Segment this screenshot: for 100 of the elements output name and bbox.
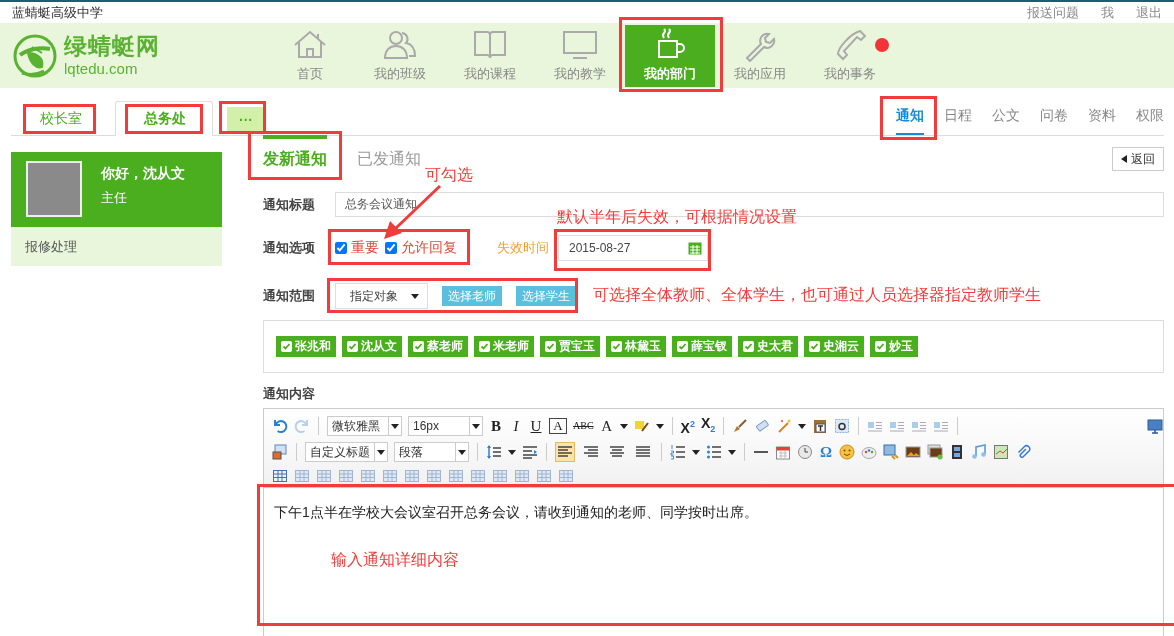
special-character-button[interactable]: Ω — [819, 443, 833, 461]
top-link[interactable]: 报送问题 — [1027, 3, 1079, 22]
caret-icon[interactable] — [798, 423, 807, 429]
people-icon — [382, 28, 418, 62]
checkbox-label: 重要 — [351, 239, 379, 257]
notice-tab[interactable]: 已发通知 — [357, 135, 421, 170]
select-button[interactable]: 选择老师 — [442, 286, 502, 306]
recipient-tag[interactable]: 妙玉 — [870, 336, 918, 357]
module-tab[interactable]: 权限 — [1136, 107, 1164, 135]
caret-icon — [411, 293, 419, 299]
highlighter-icon[interactable] — [633, 418, 650, 434]
calendar-icon[interactable] — [775, 444, 791, 460]
italic-button[interactable]: I — [509, 417, 523, 435]
annotation-frame — [880, 96, 937, 140]
underline-button[interactable]: U — [529, 417, 543, 435]
font-color-button[interactable]: A — [599, 417, 614, 435]
heading-select[interactable]: 自定义标题 — [305, 442, 388, 462]
border-button[interactable]: A — [549, 418, 567, 434]
top-link[interactable]: 退出 — [1136, 3, 1162, 22]
monitor-icon[interactable] — [1147, 418, 1163, 434]
recipient-tag[interactable]: 贾宝玉 — [540, 336, 600, 357]
strikethrough-button[interactable]: ABC — [573, 417, 594, 435]
scope-select[interactable]: 指定对象 — [335, 283, 428, 309]
caret-icon[interactable] — [619, 423, 628, 429]
film-icon[interactable] — [949, 444, 965, 460]
logo-icon — [12, 32, 58, 79]
recipient-tag[interactable]: 蔡老师 — [408, 336, 468, 357]
nav-label: 我的应用 — [734, 65, 786, 83]
image-link-icon[interactable] — [883, 444, 899, 460]
checkbox[interactable] — [335, 242, 347, 254]
superscript-button[interactable]: X$^{2}$ — [680, 415, 695, 437]
photo-placeholder — [26, 161, 82, 217]
bullet-list-icon[interactable] — [706, 444, 722, 460]
caret-icon[interactable] — [728, 449, 736, 455]
nav-item[interactable]: 我的应用 — [715, 25, 805, 87]
recipient-tag[interactable]: 沈从文 — [342, 336, 402, 357]
department-tab[interactable]: 校长室 — [11, 101, 109, 136]
field-label: 通知标题 — [263, 195, 316, 214]
module-tab[interactable]: 资料 — [1088, 107, 1116, 135]
nav-item[interactable]: 我的部门 — [625, 25, 715, 87]
image-icon[interactable] — [905, 444, 921, 460]
align-left-icon — [557, 444, 573, 460]
nav-item[interactable]: 我的教学 — [535, 25, 625, 87]
recipient-tag[interactable]: 薛宝钗 — [672, 336, 732, 357]
smiley-icon[interactable] — [839, 444, 855, 460]
nav-item[interactable]: 首页 — [265, 25, 355, 87]
indent-icon[interactable] — [522, 444, 538, 460]
nav-label: 我的课程 — [464, 65, 516, 83]
recipient-tag[interactable]: 张兆和 — [276, 336, 336, 357]
date-field[interactable]: 2015-08-27 — [558, 235, 708, 261]
checkbox-icon — [479, 341, 490, 352]
undo-icon[interactable] — [272, 418, 288, 434]
paragraph-format-select[interactable]: 段落 — [394, 442, 469, 462]
music-note-icon[interactable] — [971, 444, 987, 460]
nav-label: 我的部门 — [644, 65, 696, 83]
recipient-tag[interactable]: 林黛玉 — [606, 336, 666, 357]
notice-tab[interactable]: 发新通知 — [263, 135, 327, 170]
checkbox[interactable] — [385, 242, 397, 254]
font-family-select[interactable]: 微软雅黑 — [327, 416, 402, 436]
paperclip-icon[interactable] — [1015, 444, 1031, 460]
brush-icon[interactable] — [732, 418, 749, 434]
bold-button[interactable]: B — [489, 417, 503, 435]
caret-icon[interactable] — [508, 449, 516, 455]
caret-icon[interactable] — [655, 423, 664, 429]
subscript-button[interactable]: X$_{2}$ — [700, 414, 716, 438]
annotation-text: 输入通知详细内容 — [331, 550, 459, 570]
recipient-tag[interactable]: 史湘云 — [804, 336, 864, 357]
module-tab[interactable]: 公文 — [992, 107, 1020, 135]
font-size-select[interactable]: 16px — [408, 416, 483, 436]
caret-icon[interactable] — [692, 449, 700, 455]
line-spacing-icon[interactable] — [486, 444, 502, 460]
window-icon[interactable] — [272, 444, 288, 460]
checkbox-icon — [743, 341, 754, 352]
table-icon[interactable] — [272, 468, 288, 484]
wand-icon[interactable] — [776, 418, 793, 434]
caret-icon — [472, 423, 480, 429]
nav-item[interactable]: 我的班级 — [355, 25, 445, 87]
images-icon[interactable] — [927, 444, 943, 460]
clipboard-icon[interactable] — [812, 418, 829, 434]
module-tab[interactable]: 日程 — [944, 107, 972, 135]
nav-item[interactable]: 我的课程 — [445, 25, 535, 87]
module-tab[interactable]: 通知 — [896, 107, 924, 135]
top-link[interactable]: 我 — [1101, 3, 1114, 22]
recipient-tag[interactable]: 米老师 — [474, 336, 534, 357]
palette-icon[interactable] — [861, 444, 877, 460]
align-left-button[interactable] — [555, 442, 575, 462]
ordered-list-icon[interactable] — [670, 444, 686, 460]
expiry-label: 失效时间 — [497, 239, 549, 257]
checkbox-icon — [413, 341, 424, 352]
clock-icon[interactable] — [797, 444, 813, 460]
role-text: 主任 — [101, 189, 128, 207]
annotation-text: 可选择全体教师、全体学生，也可通过人员选择器指定教师学生 — [593, 285, 1041, 305]
module-tab[interactable]: 问卷 — [1040, 107, 1068, 135]
dashed-square-icon[interactable] — [834, 418, 851, 434]
nav-item[interactable]: 我的事务 — [805, 25, 895, 87]
sidebar-item[interactable]: 报修处理 — [11, 227, 222, 266]
select-button[interactable]: 选择学生 — [516, 286, 576, 306]
caret-icon — [391, 423, 399, 429]
recipient-tag[interactable]: 史太君 — [738, 336, 798, 357]
back-button[interactable]: 返回 — [1112, 147, 1164, 171]
